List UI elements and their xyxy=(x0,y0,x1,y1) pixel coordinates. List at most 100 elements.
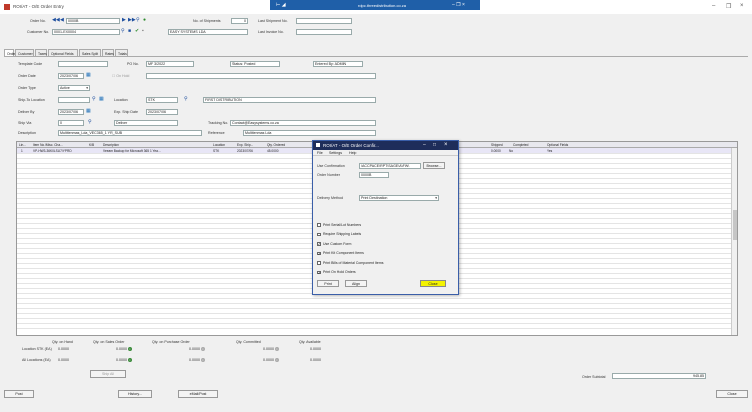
location-field[interactable] xyxy=(146,97,178,103)
col-shipped[interactable]: Shipped xyxy=(491,143,503,147)
qty-on-sales-order-header: Qty. on Sales Order xyxy=(93,340,125,344)
tracking-field[interactable] xyxy=(230,120,376,126)
option-checkbox[interactable] xyxy=(317,223,321,227)
option-label: Use Custom Form xyxy=(323,241,352,246)
customer-link-icon[interactable]: ▪ xyxy=(142,29,144,34)
tab-optional-fields[interactable]: Optional Fields xyxy=(48,49,78,56)
customer-name-field xyxy=(168,29,248,35)
menu-file[interactable]: File xyxy=(317,151,323,155)
col-completed[interactable]: Completed xyxy=(513,143,528,147)
option-checkbox[interactable]: ✔ xyxy=(317,242,321,246)
previous-record-icon[interactable]: ◀ xyxy=(60,18,64,23)
menu-help[interactable]: Help xyxy=(349,151,356,155)
option-checkbox[interactable]: ✔ xyxy=(317,251,321,255)
col-optional-fields[interactable]: Optional Fields xyxy=(547,143,568,147)
maximize-icon[interactable]: ❐ xyxy=(726,3,731,10)
all-on-sales-order: 0.0000 xyxy=(116,358,127,362)
option-checkbox[interactable] xyxy=(317,261,321,265)
info-icon[interactable]: i xyxy=(128,347,132,351)
order-number-field[interactable] xyxy=(359,172,389,178)
last-record-icon[interactable]: ▶▶ xyxy=(128,18,136,23)
ship-all-button[interactable]: Ship All xyxy=(90,370,126,378)
ship-to-field[interactable] xyxy=(58,97,90,103)
info-icon[interactable]: i xyxy=(275,347,279,351)
dialog-minimize-icon[interactable]: – xyxy=(423,142,426,148)
col-line[interactable]: Lin... xyxy=(19,143,26,147)
option-checkbox[interactable] xyxy=(317,232,321,236)
scrollbar-thumb[interactable] xyxy=(733,210,737,240)
order-date-field[interactable] xyxy=(58,73,84,79)
deliver-by-field[interactable] xyxy=(58,109,84,115)
finder-icon[interactable]: ⚲ xyxy=(136,18,140,23)
order-number-field[interactable] xyxy=(66,18,120,24)
location-finder-icon[interactable]: ⚲ xyxy=(184,97,188,102)
minimize-icon[interactable]: – xyxy=(712,3,715,9)
customer-check-icon[interactable]: ✔ xyxy=(135,29,139,34)
ship-via-field[interactable] xyxy=(58,120,84,126)
info-icon[interactable]: i xyxy=(201,347,205,351)
info-icon[interactable]: i xyxy=(201,358,205,362)
reference-label: Reference xyxy=(208,131,225,135)
pin-icon[interactable]: ⊢ ◢ xyxy=(276,2,286,8)
dialog-close-icon[interactable]: × xyxy=(444,142,448,148)
ship-via-finder-icon[interactable]: ⚲ xyxy=(88,120,92,125)
history-button[interactable]: History... xyxy=(118,390,152,398)
vertical-scrollbar[interactable] xyxy=(731,148,737,335)
first-record-icon[interactable]: ◀◀ xyxy=(52,18,60,23)
template-code-field[interactable] xyxy=(58,61,108,67)
col-exp-ship[interactable]: Exp. Ship... xyxy=(237,143,253,147)
calendar-icon[interactable]: ▦ xyxy=(86,73,91,78)
dialog-app-icon xyxy=(316,143,320,147)
col-description[interactable]: Description xyxy=(103,143,119,147)
customer-finder-icon[interactable]: ⚲ xyxy=(121,29,125,34)
col-qty-ordered[interactable]: Qty. Ordered xyxy=(267,143,285,147)
tab-order[interactable]: Order xyxy=(4,49,16,56)
po-number-field[interactable] xyxy=(146,61,194,67)
close-icon[interactable]: × xyxy=(740,3,744,9)
on-hold-label: ☐ On Hold xyxy=(112,74,130,78)
option-checkbox[interactable]: ✔ xyxy=(317,270,321,274)
tab-customer[interactable]: Customer xyxy=(15,49,34,56)
new-document-icon[interactable]: ● xyxy=(143,18,146,23)
dialog-close-button[interactable]: Close xyxy=(420,280,446,287)
cell-exp-ship: 2023/07/06 xyxy=(237,148,253,153)
tab-sales-split[interactable]: Sales Split xyxy=(79,49,101,56)
description-field[interactable] xyxy=(58,130,202,136)
deliver-by-calendar-icon[interactable]: ▦ xyxy=(86,109,91,114)
tab-taxes[interactable]: Taxes xyxy=(35,49,47,56)
tab-rates[interactable]: Rates xyxy=(102,49,114,56)
last-shipment-label: Last Shipment No. xyxy=(258,19,288,23)
close-button[interactable]: Close xyxy=(716,390,748,398)
col-location[interactable]: Location xyxy=(213,143,225,147)
customer-number-field[interactable] xyxy=(52,29,120,35)
email-post-button[interactable]: eMail/Post xyxy=(178,390,218,398)
info-icon[interactable]: i xyxy=(275,358,279,362)
exp-ship-field[interactable] xyxy=(146,109,178,115)
ship-to-zoom-icon[interactable]: ▦ xyxy=(99,97,104,102)
menu-settings[interactable]: Settings xyxy=(329,151,342,155)
cell-optional-fields: Yes xyxy=(547,148,553,153)
ship-to-finder-icon[interactable]: ⚲ xyxy=(92,97,96,102)
reference-field[interactable] xyxy=(243,130,376,136)
col-item-no[interactable]: Item No./Misc. Cha... xyxy=(33,143,63,147)
delivery-method-select[interactable]: Print Destination ▾ xyxy=(359,195,439,201)
order-subtotal-field xyxy=(612,373,706,379)
customer-zoom-icon[interactable]: ■ xyxy=(128,29,131,34)
align-button[interactable]: Align xyxy=(345,280,367,287)
post-button[interactable]: Post xyxy=(4,390,34,398)
delivery-method-label: Delivery Method xyxy=(317,196,343,200)
tab-totals[interactable]: Totals xyxy=(115,49,128,56)
order-type-select[interactable]: Active ▾ xyxy=(58,85,90,91)
dialog-maximize-icon[interactable]: □ xyxy=(433,142,436,148)
browse-button[interactable]: Browse... xyxy=(423,162,445,169)
qty-on-hand-header: Qty. on Hand xyxy=(52,340,73,344)
next-record-icon[interactable]: ▶ xyxy=(122,18,126,23)
location-name-field xyxy=(203,97,376,103)
delivery-method-value: Print Destination xyxy=(361,196,388,200)
use-confirmation-field[interactable] xyxy=(359,163,421,169)
col-kb[interactable]: K/B xyxy=(89,143,94,147)
dialog-title: ROI/AT - O/E Order Confir... xyxy=(323,143,379,148)
rdp-window-controls[interactable]: – ❐ × xyxy=(452,2,465,8)
info-icon[interactable]: i xyxy=(128,358,132,362)
print-button[interactable]: Print xyxy=(317,280,339,287)
